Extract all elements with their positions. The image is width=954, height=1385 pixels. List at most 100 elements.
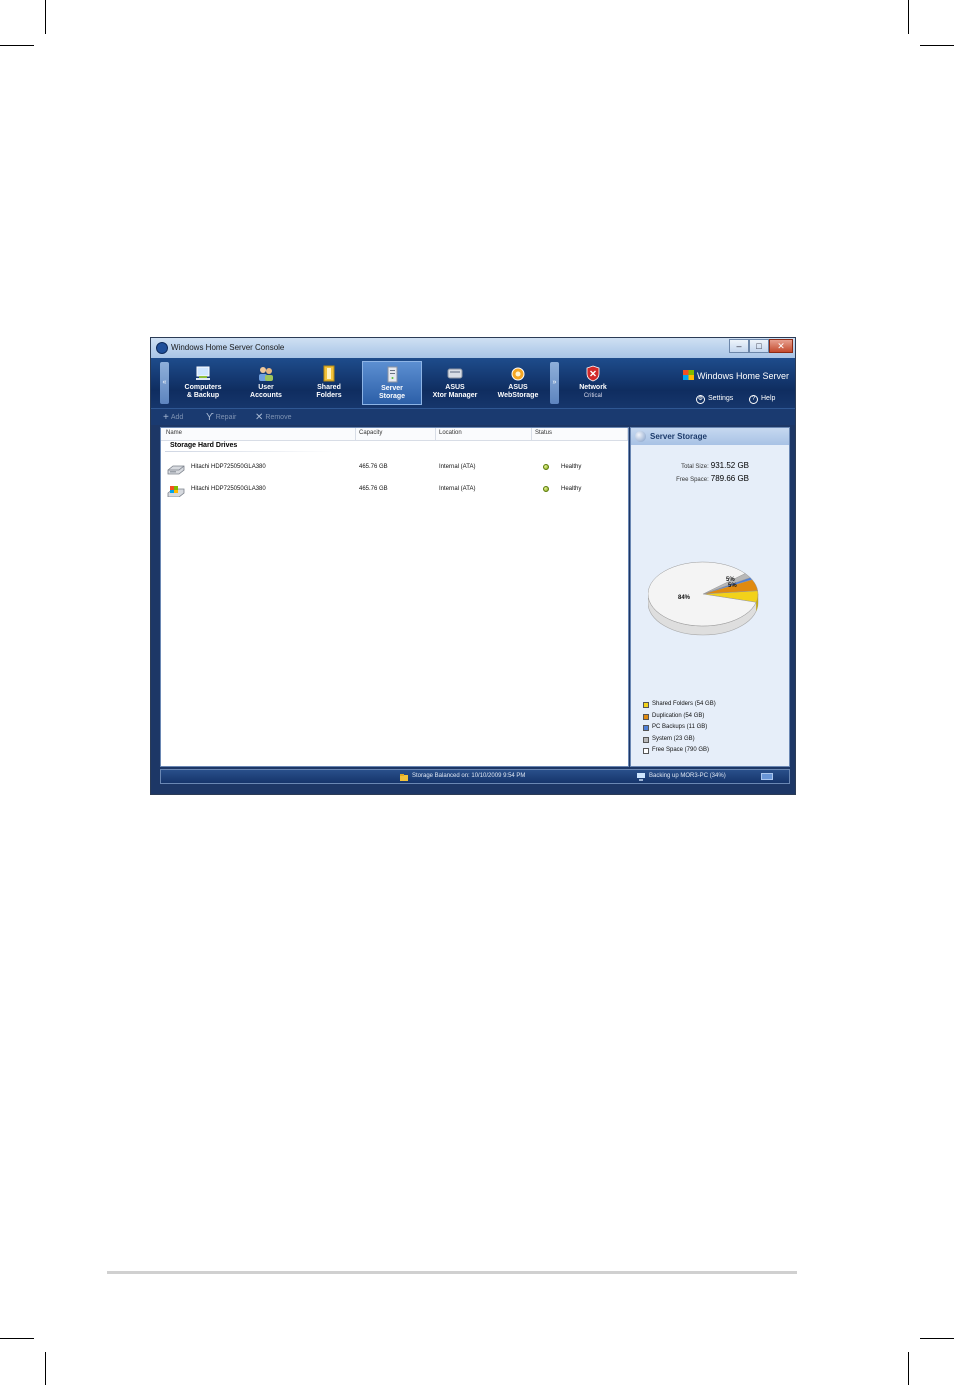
table-row[interactable]: Hitachi HDP725050GLA380 465.76 GB Intern… (161, 481, 628, 498)
hard-drive-icon (167, 464, 185, 475)
settings-link[interactable]: ⚙ Settings (696, 395, 733, 404)
window-title: Windows Home Server Console (171, 343, 285, 352)
storage-pie-chart: 84%5%5% (648, 561, 759, 636)
tab-server-storage[interactable]: Server Storage (362, 361, 422, 405)
crop-mark (908, 0, 909, 34)
drive-capacity: 465.76 GB (359, 486, 388, 492)
legend-swatch (643, 702, 649, 708)
tab-network[interactable]: Network Critical (563, 361, 623, 405)
webstorage-icon (509, 365, 527, 382)
add-label: Add (170, 414, 184, 421)
shield-error-icon (584, 365, 602, 382)
drive-location: Internal (ATA) (439, 464, 476, 470)
drive-location: Internal (ATA) (439, 486, 476, 492)
drive-list-pane: Name Capacity Location Status Storage Ha… (160, 427, 629, 767)
free-space-value: 789.66 GB (710, 474, 749, 483)
page-footer-rule (107, 1271, 797, 1274)
title-bar[interactable]: Windows Home Server Console – □ ✕ (151, 338, 795, 358)
group-header: Storage Hard Drives (170, 442, 238, 449)
tab-user-accounts[interactable]: User Accounts (236, 361, 296, 405)
help-link[interactable]: ? Help (749, 395, 775, 404)
tab-label: Network (579, 384, 607, 391)
home-server-icon (156, 342, 168, 354)
drive-name: Hitachi HDP725050GLA380 (191, 464, 266, 470)
plus-icon: + (163, 412, 169, 423)
drive-status: Healthy (561, 464, 582, 470)
tab-label: ASUS Xtor Manager (432, 384, 478, 399)
windows-flag-icon (683, 370, 694, 380)
crop-mark (45, 0, 46, 34)
nav-scroll-left-button[interactable]: « (160, 362, 169, 404)
group-divider (165, 451, 337, 452)
users-icon (257, 365, 275, 382)
legend-swatch (643, 725, 649, 731)
help-icon: ? (749, 395, 758, 404)
legend-swatch (643, 736, 649, 743)
drive-capacity: 465.76 GB (359, 464, 388, 470)
remove-x-icon: ✕ (255, 412, 264, 423)
column-header-location[interactable]: Location (439, 430, 462, 436)
storage-folder-icon (400, 773, 408, 781)
tab-shared-folders[interactable]: Shared Folders (299, 361, 359, 405)
table-row[interactable]: Hitachi HDP725050GLA380 465.76 GB Intern… (161, 459, 628, 475)
tab-xtor-manager[interactable]: ASUS Xtor Manager (425, 361, 485, 405)
pie-data-label: 84% (678, 595, 691, 601)
healthy-status-icon (543, 486, 549, 492)
remove-label: Remove (265, 414, 292, 421)
healthy-status-icon (543, 464, 549, 470)
storage-balanced-status: Storage Balanced on: 10/10/2009 9:54 PM (412, 773, 526, 779)
free-space: Free Space: 789.66 GB (631, 474, 749, 483)
folders-icon (320, 365, 338, 382)
column-divider[interactable] (355, 428, 356, 440)
legend-label: System (23 GB) (652, 735, 695, 742)
legend-swatch (643, 713, 649, 720)
pie-data-label: 5% (728, 583, 737, 589)
network-status: Critical (583, 393, 603, 399)
legend-label: Free Space (790 GB) (652, 747, 710, 753)
repair-button[interactable]: ϒ Repair (206, 412, 236, 423)
drive-name: Hitachi HDP725050GLA380 (191, 486, 266, 492)
help-label: Help (761, 395, 776, 402)
nav-scroll-right-button[interactable]: » (550, 362, 559, 404)
column-divider[interactable] (531, 428, 532, 440)
system-drive-icon (167, 486, 185, 498)
tab-label: Shared Folders (316, 384, 342, 399)
computers-icon (194, 365, 212, 382)
tab-webstorage[interactable]: ASUS WebStorage (488, 361, 548, 405)
brand-text: Windows Home Server (697, 371, 790, 381)
total-size-value: 931.52 GB (710, 461, 749, 470)
remove-button[interactable]: ✕ Remove (255, 412, 291, 423)
pie-chart-icon (635, 431, 646, 442)
xtor-icon (446, 365, 464, 382)
close-button[interactable]: ✕ (769, 339, 793, 353)
tab-label: Computers & Backup (184, 384, 222, 399)
crop-mark (45, 1352, 46, 1385)
column-header-name[interactable]: Name (166, 430, 182, 436)
total-size: Total Size: 931.52 GB (631, 461, 749, 470)
column-header-status[interactable]: Status (535, 430, 552, 436)
crop-mark (0, 45, 34, 46)
server-storage-panel: Server Storage Total Size: 931.52 GB Free… (630, 427, 790, 767)
status-bar: Storage Balanced on: 10/10/2009 9:54 PM … (160, 769, 790, 784)
legend-swatch (643, 748, 649, 754)
repair-label: Repair (215, 414, 237, 421)
column-divider (627, 428, 628, 440)
nav-bar: « Computers & Backup User Accounts Share… (151, 358, 795, 408)
column-header-capacity[interactable]: Capacity (359, 430, 382, 436)
panel-title: Server Storage (650, 432, 707, 441)
column-header-row: Name Capacity Location Status (161, 428, 628, 441)
add-button[interactable]: + Add (163, 412, 183, 423)
legend-label: PC Backups (11 GB) (652, 724, 708, 730)
tab-label: Server Storage (378, 385, 406, 400)
toolbar: + Add ϒ Repair ✕ Remove (151, 408, 795, 425)
drive-status: Healthy (561, 486, 582, 492)
legend-label: Shared Folders (54 GB) (652, 701, 716, 707)
server-icon (383, 366, 401, 383)
maximize-button[interactable]: □ (749, 339, 769, 353)
column-divider[interactable] (435, 428, 436, 440)
minimize-button[interactable]: – (729, 339, 749, 353)
tab-computers-backup[interactable]: Computers & Backup (173, 361, 233, 405)
tray-icon[interactable] (761, 773, 773, 780)
crop-mark (920, 45, 954, 46)
crop-mark (0, 1338, 34, 1339)
